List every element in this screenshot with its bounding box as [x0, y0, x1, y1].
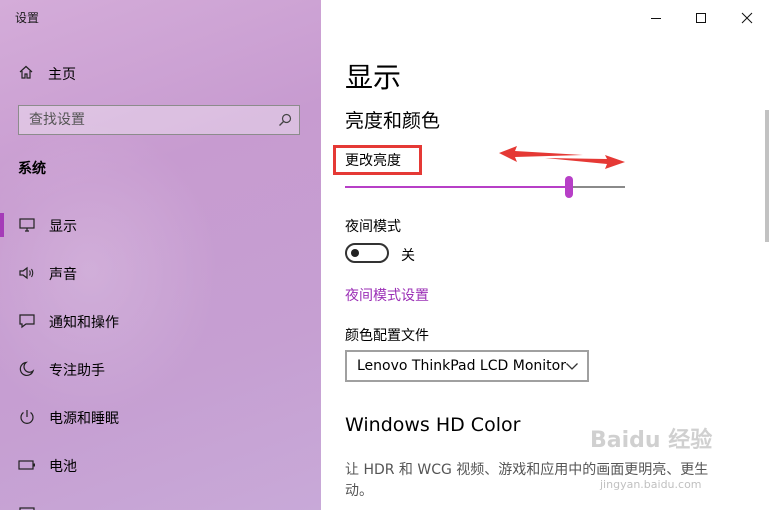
color-profile-value: Lenovo ThinkPad LCD Monitor — [357, 358, 566, 374]
search-box[interactable] — [18, 105, 300, 135]
sidebar-item-sound[interactable]: 声音 — [0, 255, 321, 291]
annotation-highlight-box — [333, 145, 422, 175]
notification-icon — [18, 313, 36, 329]
home-icon — [18, 64, 34, 84]
moon-icon — [18, 361, 36, 377]
night-light-settings-link[interactable]: 夜间模式设置 — [345, 285, 429, 305]
brightness-slider[interactable] — [345, 186, 625, 188]
night-light-state: 关 — [401, 248, 415, 264]
minimize-button[interactable] — [646, 10, 666, 26]
watermark: Baidu 经验 jingyan.baidu.com — [590, 422, 713, 491]
search-icon[interactable] — [277, 112, 293, 132]
annotation-arrows — [499, 146, 625, 169]
sidebar-item-label: 通知和操作 — [49, 315, 119, 331]
brightness-slider-thumb[interactable] — [565, 176, 573, 198]
chevron-down-icon — [565, 360, 579, 376]
close-button[interactable] — [737, 10, 757, 26]
sidebar-item-power-sleep[interactable]: 电源和睡眠 — [0, 399, 321, 435]
storage-icon — [18, 505, 36, 510]
section-title-system: 系统 — [18, 161, 46, 177]
color-profile-dropdown[interactable]: Lenovo ThinkPad LCD Monitor — [345, 350, 589, 382]
sidebar-item-label: 显示 — [49, 219, 77, 235]
sidebar-item-label: 电池 — [49, 459, 77, 475]
sidebar-item-focus-assist[interactable]: 专注助手 — [0, 351, 321, 387]
watermark-text: Baidu 经验 — [590, 428, 713, 453]
night-light-toggle[interactable] — [345, 243, 389, 263]
brightness-slider-fill — [345, 186, 569, 188]
speaker-icon — [18, 265, 36, 281]
power-icon — [18, 409, 36, 425]
page-title: 显示 — [345, 61, 402, 94]
monitor-icon — [18, 217, 36, 233]
maximize-button[interactable] — [691, 10, 711, 26]
sidebar-item-notifications[interactable]: 通知和操作 — [0, 303, 321, 339]
search-input[interactable] — [19, 106, 269, 134]
window-title: 设置 — [15, 11, 40, 25]
color-profile-label: 颜色配置文件 — [345, 328, 429, 344]
sidebar-item-label: 专注助手 — [49, 363, 105, 379]
section-title-brightness-color: 亮度和颜色 — [345, 110, 441, 132]
sidebar: 设置 主页 系统 显示 声音 通知和操作 专注助手 — [0, 0, 321, 510]
sidebar-item-label: 电源和睡眠 — [49, 411, 119, 427]
watermark-url: jingyan.baidu.com — [600, 478, 702, 491]
home-label: 主页 — [48, 67, 76, 83]
sidebar-item-battery[interactable]: 电池 — [0, 447, 321, 483]
night-light-label: 夜间模式 — [345, 219, 401, 235]
sidebar-item-label: 声音 — [49, 267, 77, 283]
sidebar-item-display[interactable]: 显示 — [0, 207, 321, 243]
toggle-knob — [351, 249, 359, 257]
battery-icon — [18, 457, 36, 473]
hd-color-title: Windows HD Color — [345, 414, 521, 436]
sidebar-item-home[interactable]: 主页 — [18, 63, 76, 85]
active-indicator — [0, 213, 4, 237]
scrollbar[interactable] — [765, 110, 769, 242]
sidebar-item-partial[interactable] — [0, 495, 321, 510]
